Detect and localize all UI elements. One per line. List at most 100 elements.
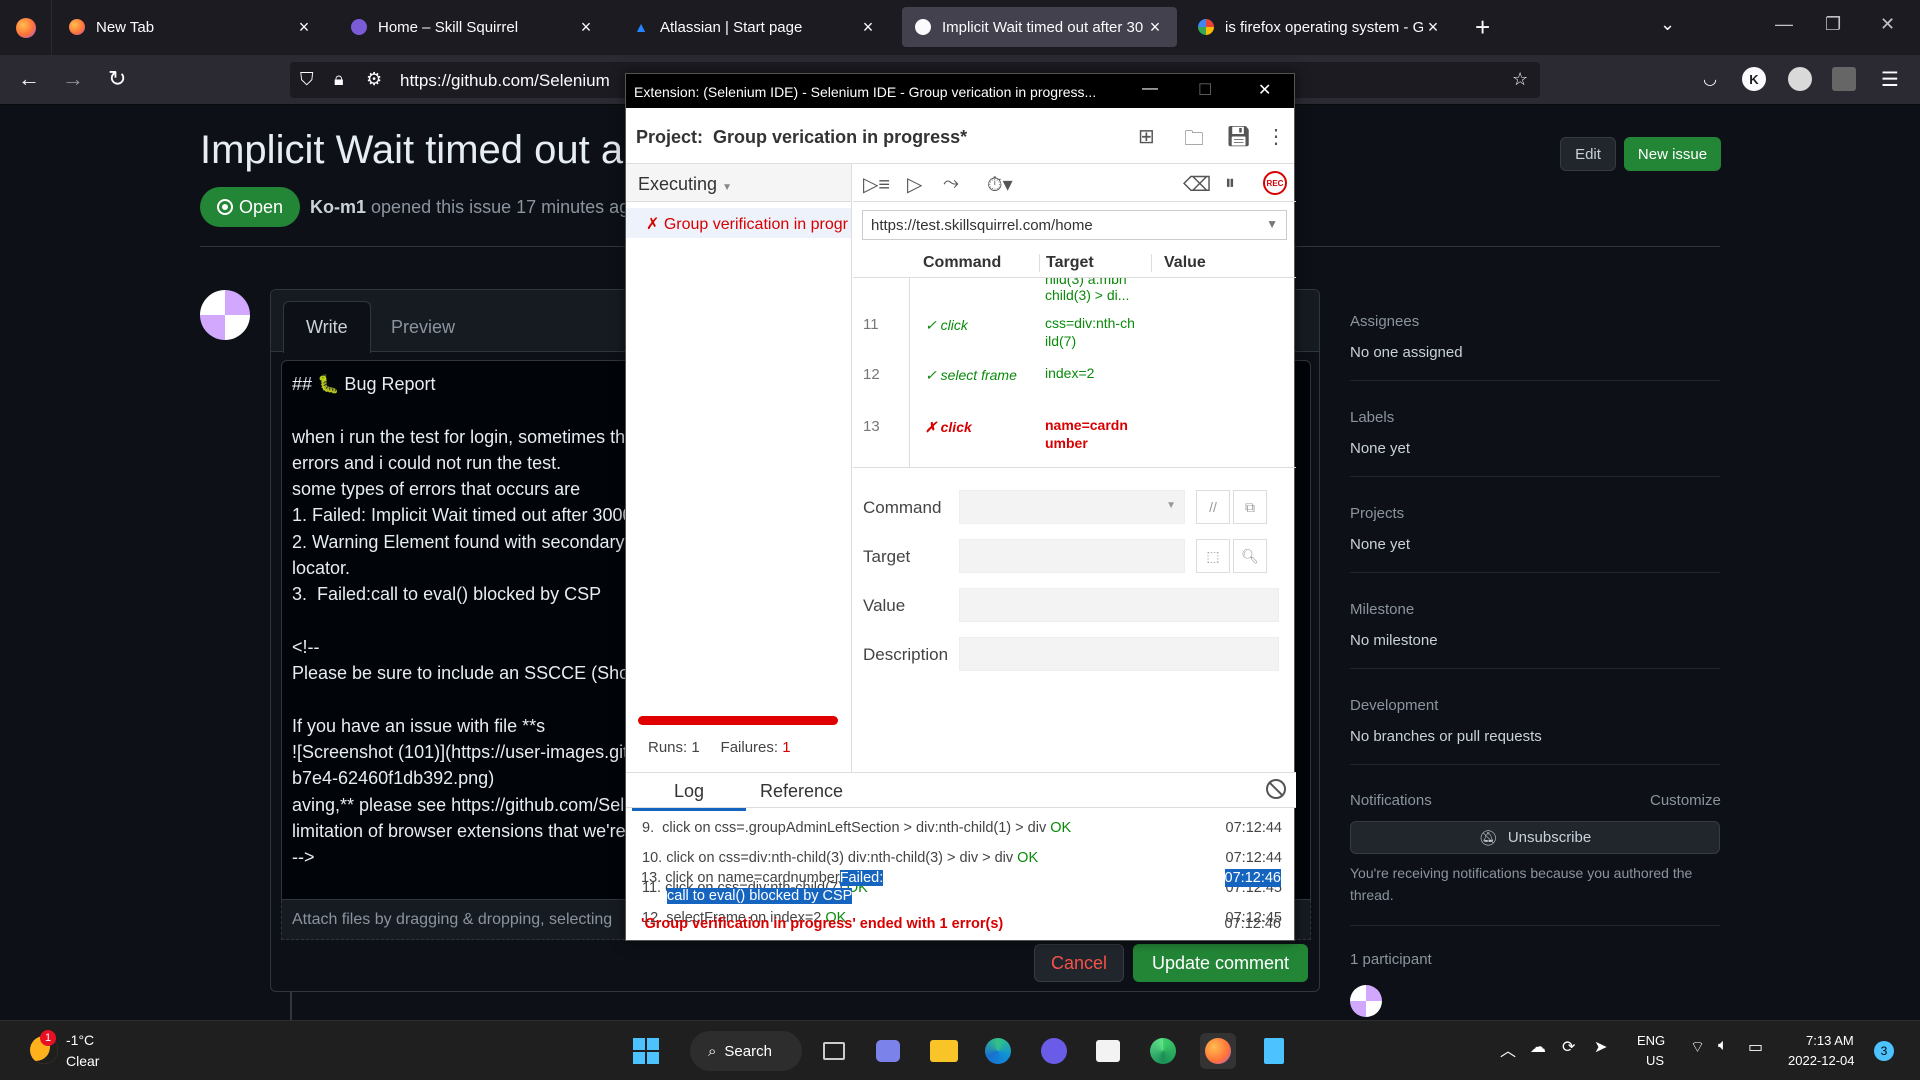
command-row[interactable]: 12 ✓ select frame index=2 bbox=[853, 364, 1296, 404]
project-name[interactable]: Group verication in progress* bbox=[713, 127, 967, 147]
extension-icon[interactable] bbox=[1832, 67, 1856, 91]
clear-log-icon[interactable] bbox=[1266, 779, 1286, 799]
weather-temp[interactable]: -1°C bbox=[66, 1032, 94, 1048]
avatar[interactable] bbox=[200, 290, 250, 340]
caret-down-icon[interactable]: ▼ bbox=[1266, 217, 1278, 231]
volume-icon[interactable]: 🔈︎ bbox=[1718, 1037, 1728, 1055]
command-select[interactable]: ▼ bbox=[959, 490, 1185, 524]
tab-github-issue[interactable]: Implicit Wait timed out after 30 × bbox=[902, 7, 1177, 47]
edit-title-button[interactable]: Edit bbox=[1560, 137, 1616, 171]
minimize-icon[interactable]: — bbox=[1775, 14, 1793, 35]
wifi-icon[interactable]: ⌔ bbox=[1690, 1037, 1705, 1057]
new-project-icon[interactable]: ⊞ bbox=[1138, 124, 1155, 149]
unsubscribe-button[interactable]: 🔕︎ Unsubscribe bbox=[1350, 821, 1720, 854]
customize-link[interactable]: Customize bbox=[1650, 792, 1721, 809]
tab-new-tab[interactable]: New Tab × bbox=[56, 7, 326, 47]
assignees-heading[interactable]: Assignees bbox=[1350, 313, 1720, 330]
teams-chat-icon[interactable] bbox=[870, 1033, 906, 1069]
onedrive-cloud-icon[interactable]: ☁ bbox=[1530, 1037, 1546, 1057]
pause-on-exceptions-icon[interactable]: ⏸︎ bbox=[1225, 172, 1235, 195]
find-target-search-icon[interactable]: 🔍︎ bbox=[1233, 539, 1267, 573]
list-all-tabs-chevron-icon[interactable]: ⌄ bbox=[1660, 14, 1675, 35]
restore-icon[interactable]: ❐ bbox=[1825, 14, 1841, 35]
tab-write[interactable]: Write bbox=[283, 301, 371, 353]
app-icon[interactable] bbox=[1036, 1033, 1072, 1069]
test-speed-icon[interactable]: ⏱︎▾ bbox=[987, 172, 1013, 197]
close-icon[interactable]: × bbox=[576, 17, 596, 38]
run-current-test-icon[interactable]: ▷ bbox=[907, 172, 922, 197]
file-explorer-icon[interactable] bbox=[926, 1033, 962, 1069]
select-target-icon[interactable]: ⬚ bbox=[1196, 539, 1230, 573]
close-icon[interactable]: × bbox=[294, 17, 314, 38]
selected-text[interactable]: Failed: bbox=[839, 870, 884, 886]
close-icon[interactable]: × bbox=[1145, 17, 1165, 38]
record-button[interactable]: REC bbox=[1263, 171, 1287, 195]
projects-heading[interactable]: Projects bbox=[1350, 505, 1720, 522]
firefox-menu-button[interactable] bbox=[0, 0, 52, 55]
taskbar-search[interactable]: ⌕ Search bbox=[690, 1031, 802, 1071]
author-link[interactable]: Ko-m1 bbox=[310, 197, 366, 217]
ide-title-bar[interactable]: Extension: (Selenium IDE) - Selenium IDE… bbox=[626, 74, 1294, 108]
close-window-icon[interactable]: ✕ bbox=[1880, 14, 1895, 35]
sync-icon[interactable]: ⟳ bbox=[1562, 1037, 1575, 1057]
more-options-icon[interactable]: ⋮ bbox=[1266, 124, 1286, 149]
forward-arrow-icon[interactable]: → bbox=[62, 66, 84, 92]
back-arrow-icon[interactable]: ← bbox=[18, 66, 40, 92]
update-comment-button[interactable]: Update comment bbox=[1133, 944, 1308, 982]
notification-count-badge[interactable]: 3 bbox=[1874, 1041, 1894, 1061]
lock-icon[interactable]: 🔒︎ bbox=[334, 69, 344, 90]
tab-reference[interactable]: Reference bbox=[760, 781, 843, 802]
url-text[interactable]: https://github.com/Selenium bbox=[400, 71, 610, 91]
run-all-tests-icon[interactable]: ▷≡ bbox=[863, 172, 890, 197]
reload-icon[interactable]: ↻ bbox=[108, 66, 126, 92]
tab-log[interactable]: Log bbox=[632, 781, 747, 811]
milestone-heading[interactable]: Milestone bbox=[1350, 601, 1720, 618]
step-over-icon[interactable]: ⤳ bbox=[943, 172, 959, 195]
new-issue-button[interactable]: New issue bbox=[1624, 137, 1721, 171]
battery-icon[interactable]: ▭ bbox=[1748, 1037, 1763, 1057]
task-view-icon[interactable] bbox=[816, 1033, 852, 1069]
open-reference-icon[interactable]: ⧉ bbox=[1233, 490, 1267, 524]
clock-date[interactable]: 2022-12-04 bbox=[1788, 1053, 1855, 1068]
extension-icon[interactable] bbox=[1788, 67, 1812, 91]
notepad-icon[interactable] bbox=[1256, 1033, 1292, 1069]
command-row[interactable]: 11 ✓ click css=div:nth-child(7) bbox=[853, 314, 1296, 354]
microsoft-store-icon[interactable] bbox=[1090, 1033, 1126, 1069]
tab-skill-squirrel[interactable]: Home – Skill Squirrel × bbox=[338, 7, 608, 47]
labels-heading[interactable]: Labels bbox=[1350, 409, 1720, 426]
new-tab-plus-icon[interactable]: + bbox=[1475, 12, 1490, 43]
suite-dropdown[interactable]: Executing ▼ bbox=[626, 164, 851, 202]
firefox-taskbar-icon[interactable] bbox=[1200, 1033, 1236, 1069]
minimize-icon[interactable]: — bbox=[1142, 80, 1158, 98]
edge-icon[interactable] bbox=[980, 1033, 1016, 1069]
edge-dev-icon[interactable] bbox=[1145, 1033, 1181, 1069]
clock-time[interactable]: 7:13 AM bbox=[1806, 1033, 1854, 1048]
input-language[interactable]: ENG bbox=[1637, 1033, 1665, 1048]
account-icon[interactable]: K bbox=[1742, 67, 1766, 91]
shield-icon[interactable]: ⛉ bbox=[300, 69, 314, 90]
bookmark-star-icon[interactable]: ☆ bbox=[1512, 69, 1528, 90]
participant-avatar[interactable] bbox=[1350, 985, 1382, 1017]
menu-icon[interactable]: ☰ bbox=[1878, 67, 1902, 91]
selected-text[interactable]: call to eval() blocked by CSP bbox=[667, 888, 853, 904]
weather-condition[interactable]: Clear bbox=[66, 1053, 99, 1069]
send-icon[interactable]: ➤ bbox=[1594, 1037, 1607, 1057]
value-input[interactable] bbox=[959, 588, 1279, 622]
close-icon[interactable]: × bbox=[858, 17, 878, 38]
open-project-folder-icon[interactable]: 🗀 bbox=[1184, 124, 1204, 158]
close-icon[interactable]: × bbox=[1423, 17, 1443, 38]
tab-preview[interactable]: Preview bbox=[369, 301, 477, 353]
development-heading[interactable]: Development bbox=[1350, 697, 1720, 714]
start-windows-icon[interactable] bbox=[628, 1033, 664, 1069]
pocket-icon[interactable]: ◡ bbox=[1698, 67, 1722, 91]
close-icon[interactable]: ✕ bbox=[1258, 80, 1271, 100]
base-url-input[interactable]: https://test.skillsquirrel.com/home ▼ bbox=[862, 210, 1287, 240]
save-project-icon[interactable]: 💾︎ bbox=[1226, 124, 1251, 149]
input-region[interactable]: US bbox=[1646, 1053, 1664, 1068]
comment-toggle-button[interactable]: // bbox=[1196, 490, 1230, 524]
disable-breakpoints-icon[interactable]: ⌫ bbox=[1183, 172, 1211, 197]
permissions-icon[interactable]: ⚙ bbox=[366, 69, 382, 90]
cancel-button[interactable]: Cancel bbox=[1034, 944, 1124, 982]
test-list-item[interactable]: ✗ Group verification in progr bbox=[626, 208, 851, 238]
tab-google-search[interactable]: is firefox operating system - Go × bbox=[1185, 7, 1455, 47]
